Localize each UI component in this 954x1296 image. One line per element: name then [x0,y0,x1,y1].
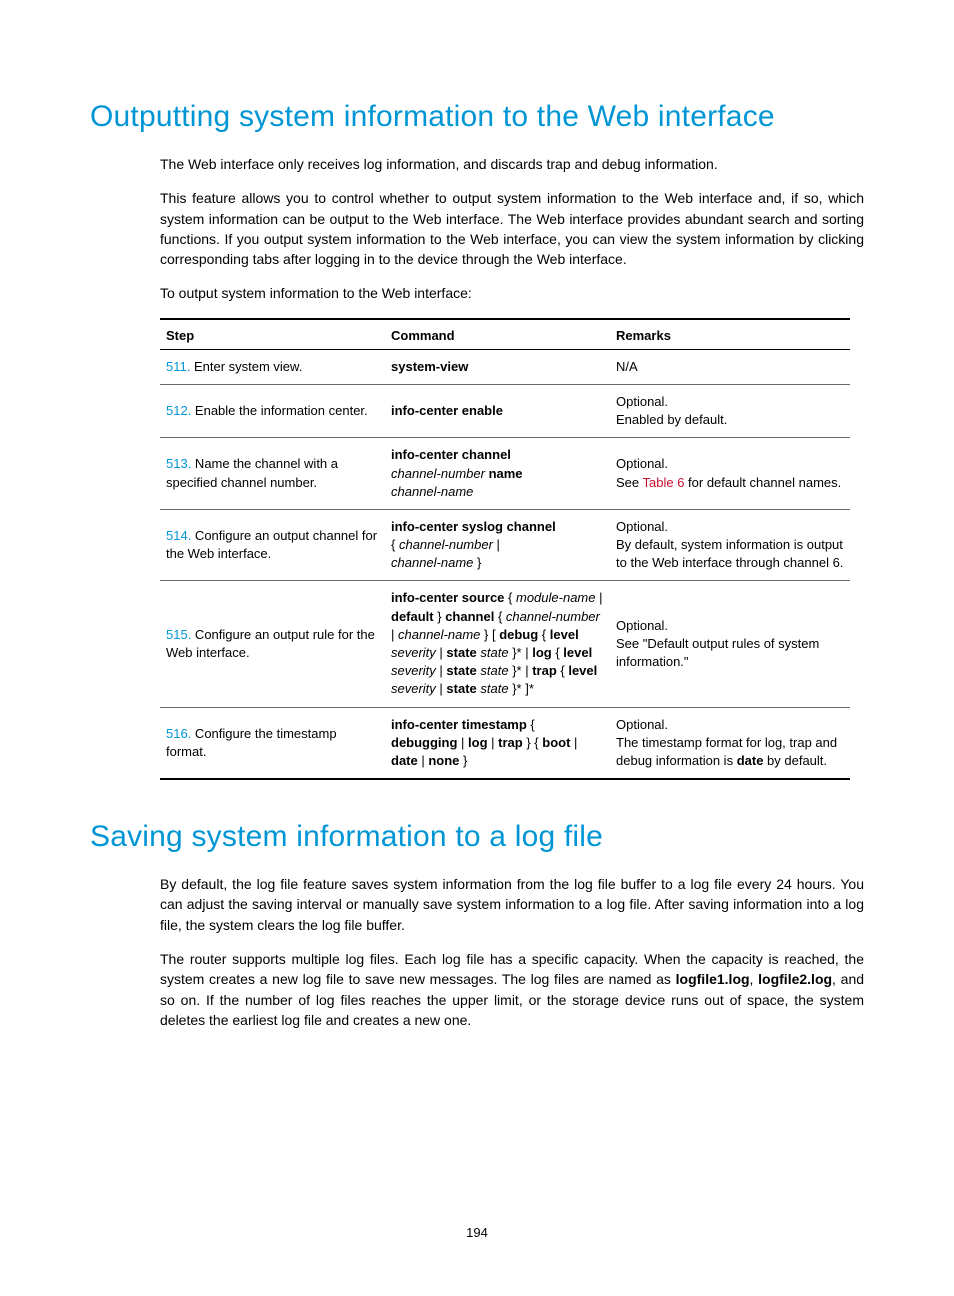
command-cell: info-center timestamp { debugging | log … [385,707,610,779]
command-cell: info-center enable [385,384,610,437]
table-row: 515. Configure an output rule for the We… [160,581,850,707]
step-cell: 514. Configure an output channel for the… [160,509,385,581]
remarks-cell: Optional.By default, system information … [610,509,850,581]
section1-title: Outputting system information to the Web… [90,100,864,134]
table-row: 512. Enable the information center.info-… [160,384,850,437]
section2-title: Saving system information to a log file [90,820,864,854]
section1-body: The Web interface only receives log info… [160,154,864,304]
step-cell: 513. Name the channel with a specified c… [160,438,385,510]
remarks-cell: Optional.See Table 6 for default channel… [610,438,850,510]
th-remarks: Remarks [610,319,850,350]
section2-body: By default, the log file feature saves s… [160,874,864,1030]
page: Outputting system information to the Web… [0,0,954,1296]
section1-para3: To output system information to the Web … [160,283,864,303]
step-cell: 516. Configure the timestamp format. [160,707,385,779]
th-command: Command [385,319,610,350]
remarks-cell: Optional.Enabled by default. [610,384,850,437]
section2-para2: The router supports multiple log files. … [160,949,864,1030]
remarks-cell: Optional.The timestamp format for log, t… [610,707,850,779]
command-table-body: 511. Enter system view.system-viewN/A512… [160,349,850,779]
table-row: 516. Configure the timestamp format.info… [160,707,850,779]
step-cell: 515. Configure an output rule for the We… [160,581,385,707]
th-step: Step [160,319,385,350]
table-row: 513. Name the channel with a specified c… [160,438,850,510]
table-row: 511. Enter system view.system-viewN/A [160,349,850,384]
command-cell: info-center syslog channel{ channel-numb… [385,509,610,581]
command-cell: info-center channelchannel-number namech… [385,438,610,510]
remarks-cell: N/A [610,349,850,384]
section1-para1: The Web interface only receives log info… [160,154,864,174]
remarks-cell: Optional.See "Default output rules of sy… [610,581,850,707]
step-cell: 512. Enable the information center. [160,384,385,437]
step-cell: 511. Enter system view. [160,349,385,384]
command-table: Step Command Remarks 511. Enter system v… [160,318,850,780]
table-row: 514. Configure an output channel for the… [160,509,850,581]
command-cell: info-center source { module-name | defau… [385,581,610,707]
section2-para1: By default, the log file feature saves s… [160,874,864,935]
section1-para2: This feature allows you to control wheth… [160,188,864,269]
page-number: 194 [0,1225,954,1240]
command-cell: system-view [385,349,610,384]
